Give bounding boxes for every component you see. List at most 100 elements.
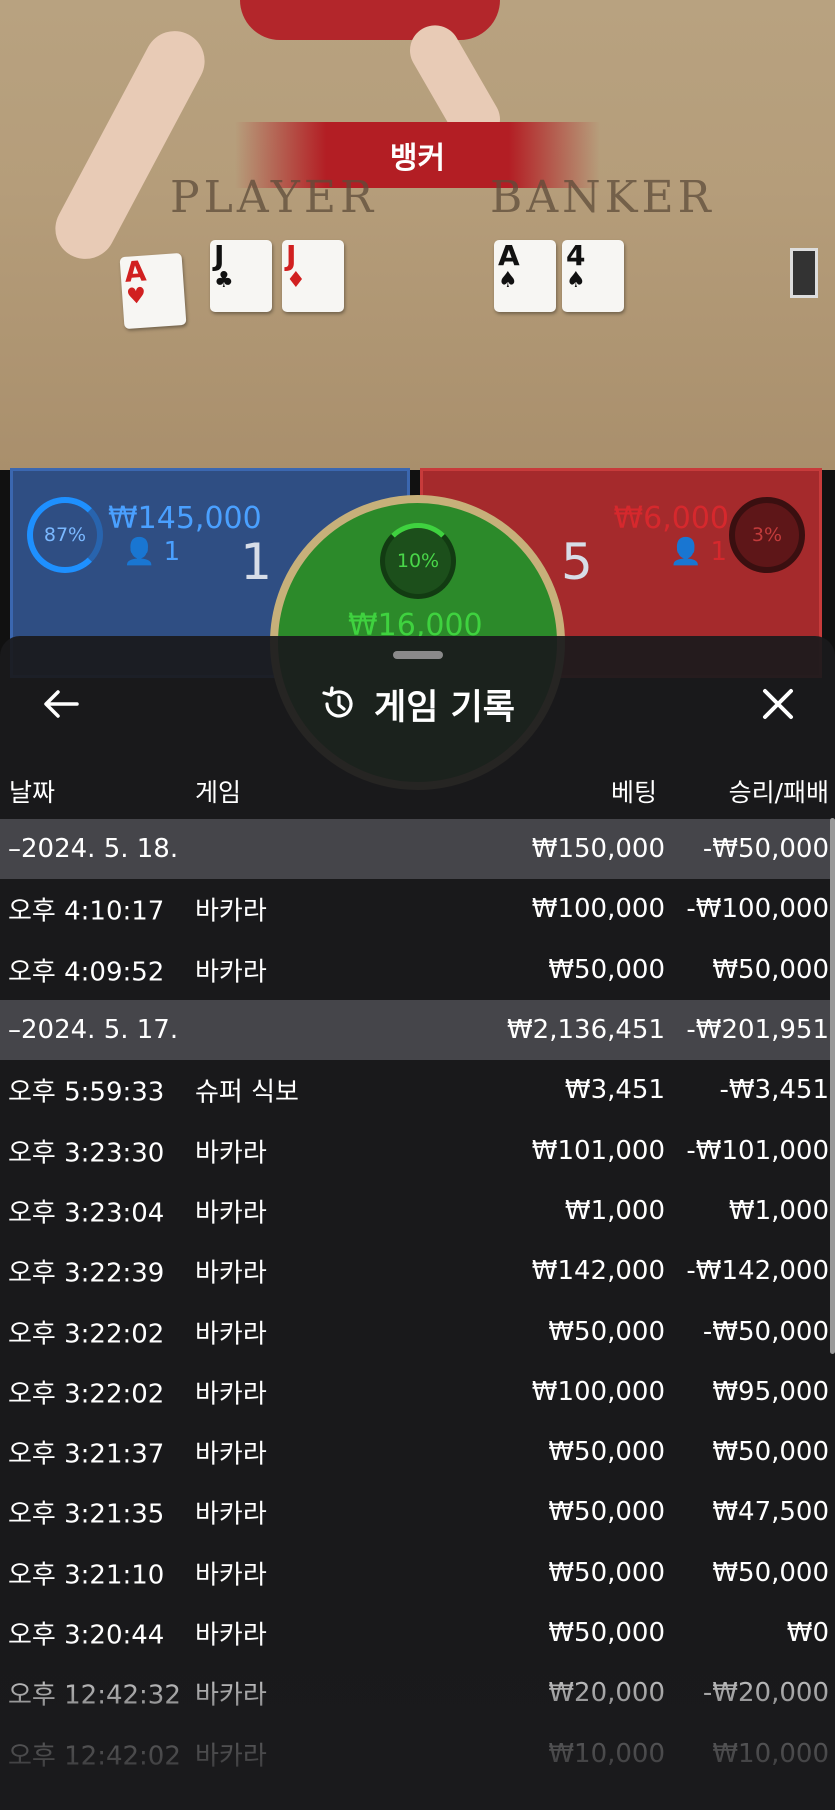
row-date: 오후 3:21:10 [8, 1560, 165, 1591]
column-header-game: 게임 [195, 778, 242, 807]
player-card-2: J ♣ [210, 240, 272, 312]
person-icon: 👤 [669, 537, 703, 567]
history-row[interactable]: 오후 3:21:10 바카라 ₩50,000 ₩50,000 [0, 1543, 835, 1603]
row-game: 바카라 [195, 1258, 267, 1289]
player-table-label: PLAYER [170, 172, 378, 223]
row-win-loss: -₩3,451 [719, 1075, 829, 1106]
row-bet: ₩10,000 [548, 1738, 665, 1769]
row-game: 바카라 [195, 1620, 267, 1651]
row-bet: ₩50,000 [548, 1437, 665, 1468]
row-bet: ₩50,000 [548, 1618, 665, 1648]
row-date: 오후 3:22:02 [8, 1319, 165, 1350]
row-win-loss: -₩50,000 [702, 1316, 829, 1347]
row-bet: ₩50,000 [548, 954, 665, 985]
column-header-date: 날짜 [9, 778, 56, 807]
row-bet: ₩100,000 [531, 1376, 665, 1407]
sheet-grab-handle[interactable] [393, 651, 443, 659]
row-game: 바카라 [195, 957, 267, 988]
player-percent-ring: 87% [27, 497, 103, 573]
history-row[interactable]: 오후 5:59:33 슈퍼 식보 ₩3,451 -₩3,451 [0, 1060, 835, 1120]
row-bet: ₩50,000 [548, 1497, 665, 1528]
row-date: 오후 4:10:17 [8, 896, 165, 927]
row-date: 오후 3:22:02 [8, 1379, 165, 1410]
row-win-loss: ₩50,000 [712, 1557, 829, 1588]
banker-score: 5 [561, 533, 593, 591]
row-win-loss: -₩201,951 [686, 1015, 829, 1046]
history-row[interactable]: 오후 4:10:17 바카라 ₩100,000 -₩100,000 [0, 879, 835, 939]
history-row[interactable]: 오후 3:23:04 바카라 ₩1,000 ₩1,000 [0, 1181, 835, 1241]
row-date: 오후 3:21:37 [8, 1439, 165, 1470]
row-date: 오후 3:20:44 [8, 1620, 165, 1651]
column-header-win-loss: 승리/패배 [728, 778, 829, 807]
row-win-loss: ₩95,000 [712, 1376, 829, 1407]
history-row[interactable]: 오후 3:23:30 바카라 ₩101,000 -₩101,000 [0, 1120, 835, 1180]
banker-percent-ring: 3% [729, 497, 805, 573]
row-win-loss: ₩50,000 [712, 1437, 829, 1468]
column-header-bet: 베팅 [610, 778, 657, 807]
row-bet: ₩50,000 [548, 1316, 665, 1347]
row-win-loss: ₩47,500 [712, 1497, 829, 1528]
banker-bettor-count: 👤 1 [669, 537, 727, 567]
row-date: 오후 3:21:35 [8, 1499, 165, 1530]
row-game: 바카라 [195, 1741, 267, 1772]
row-bet: ₩142,000 [531, 1256, 665, 1287]
row-date: –2024. 5. 18. [8, 834, 179, 865]
tie-percent-ring: 10% [380, 523, 456, 599]
row-game: 바카라 [195, 1198, 267, 1229]
banker-card-2: 4 ♠ [562, 240, 624, 312]
sheet-header: 게임 기록 [0, 676, 835, 732]
history-row[interactable]: 오후 3:21:37 바카라 ₩50,000 ₩50,000 [0, 1422, 835, 1482]
player-card-1: A ♥ [119, 252, 187, 330]
close-icon [763, 689, 793, 719]
baccarat-table: 뱅커 PLAYER BANKER A ♥ J ♣ J ♦ A ♠ 4 ♠ [0, 0, 835, 470]
history-row[interactable]: 오후 3:21:35 바카라 ₩50,000 ₩47,500 [0, 1482, 835, 1542]
dealer [240, 0, 500, 40]
banker-table-label: BANKER [490, 172, 715, 223]
row-bet: ₩2,136,451 [506, 1015, 665, 1046]
row-date: 오후 3:22:39 [8, 1258, 165, 1289]
row-win-loss: -₩142,000 [686, 1256, 829, 1287]
row-game: 바카라 [195, 1319, 267, 1350]
history-row[interactable]: 오후 12:42:02 바카라 ₩10,000 ₩10,000 [0, 1723, 835, 1783]
banker-card-1: A ♠ [494, 240, 556, 312]
row-win-loss: ₩50,000 [712, 954, 829, 985]
row-game: 바카라 [195, 1680, 267, 1711]
person-icon: 👤 [123, 537, 156, 567]
player-bettor-count: 👤 1 [123, 537, 181, 567]
row-win-loss: ₩10,000 [712, 1738, 829, 1769]
player-score: 1 [240, 533, 272, 591]
history-row[interactable]: 오후 3:22:02 바카라 ₩50,000 -₩50,000 [0, 1301, 835, 1361]
row-bet: ₩150,000 [531, 834, 665, 865]
history-list: –2024. 5. 18. ₩150,000 -₩50,000 오후 4:10:17 바… [0, 819, 835, 1784]
history-row[interactable]: 오후 4:09:52 바카라 ₩50,000 ₩50,000 [0, 940, 835, 1000]
row-win-loss: -₩101,000 [686, 1135, 829, 1166]
row-bet: ₩100,000 [531, 894, 665, 925]
game-history-sheet: 게임 기록 날짜 게임 베팅 승리/패배 –2024. 5. 18. ₩150,0… [0, 636, 835, 1810]
row-game: 슈퍼 식보 [195, 1077, 299, 1108]
row-date: 오후 12:42:02 [8, 1741, 181, 1772]
scrollbar[interactable] [830, 818, 835, 1354]
dealer-arm [44, 20, 216, 270]
card-shoe [790, 248, 818, 298]
player-bet-amount: ₩145,000 [108, 501, 262, 536]
row-game: 바카라 [195, 1499, 267, 1530]
row-date: 오후 3:23:30 [8, 1138, 165, 1169]
history-row[interactable]: 오후 3:22:39 바카라 ₩142,000 -₩142,000 [0, 1241, 835, 1301]
date-group-row[interactable]: –2024. 5. 18. ₩150,000 -₩50,000 [0, 819, 835, 880]
row-win-loss: -₩50,000 [702, 834, 829, 865]
row-date: 오후 4:09:52 [8, 957, 165, 988]
history-row[interactable]: 오후 12:42:32 바카라 ₩20,000 -₩20,000 [0, 1663, 835, 1723]
sheet-title: 게임 기록 [374, 687, 515, 728]
history-icon [322, 686, 353, 718]
player-card-3: J ♦ [282, 240, 344, 312]
close-button[interactable] [755, 681, 801, 727]
row-game: 바카라 [195, 1138, 267, 1169]
history-row[interactable]: 오후 3:20:44 바카라 ₩50,000 ₩0 [0, 1603, 835, 1663]
row-date: 오후 5:59:33 [8, 1077, 165, 1108]
row-bet: ₩3,451 [564, 1075, 665, 1106]
row-game: 바카라 [195, 896, 267, 927]
date-group-row[interactable]: –2024. 5. 17. ₩2,136,451 -₩201,951 [0, 999, 835, 1061]
row-game: 바카라 [195, 1560, 267, 1591]
row-date: 오후 3:23:04 [8, 1198, 165, 1229]
history-row[interactable]: 오후 3:22:02 바카라 ₩100,000 ₩95,000 [0, 1362, 835, 1422]
